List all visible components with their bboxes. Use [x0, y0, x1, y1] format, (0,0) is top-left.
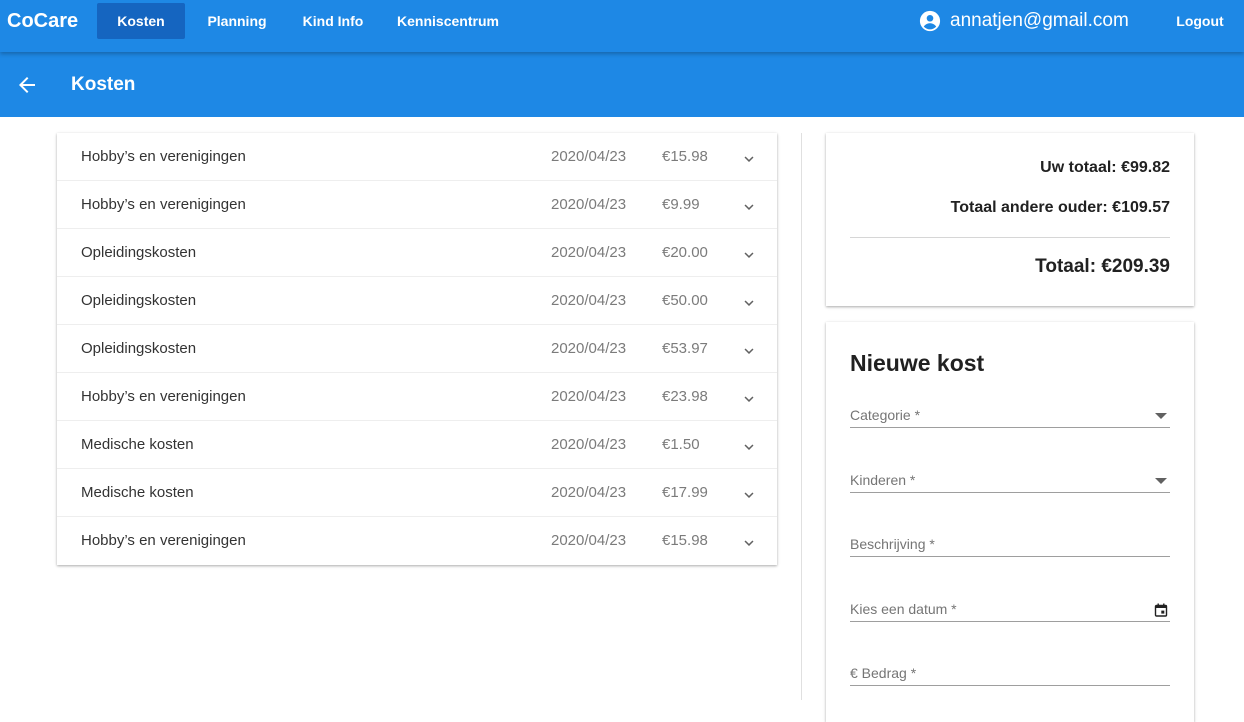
your-total: Uw totaal: €99.82: [1040, 159, 1170, 176]
expense-date: 2020/04/23: [551, 340, 627, 357]
form-title: Nieuwe kost: [850, 350, 985, 376]
chevron-down-icon[interactable]: [740, 342, 758, 360]
nav-link-planning[interactable]: Planning: [197, 3, 277, 39]
expense-row[interactable]: Hobby’s en verenigingen 2020/04/23 €15.98: [57, 517, 777, 565]
expense-category: Hobby’s en verenigingen: [81, 196, 246, 213]
expense-date: 2020/04/23: [551, 292, 627, 309]
column-divider: [801, 133, 802, 700]
category-label: Categorie *: [850, 407, 921, 423]
expense-amount: €1.50: [662, 436, 700, 453]
description-label: Beschrijving *: [850, 536, 935, 552]
expense-date: 2020/04/23: [551, 196, 627, 213]
new-expense-form: Nieuwe kost Categorie * Kinderen * Besch…: [826, 322, 1194, 722]
expense-category: Hobby’s en verenigingen: [81, 532, 246, 549]
expense-date: 2020/04/23: [551, 532, 627, 549]
nav-link-kenniscentrum[interactable]: Kenniscentrum: [389, 3, 507, 39]
expense-date: 2020/04/23: [551, 436, 627, 453]
user-account[interactable]: annatjen@gmail.com: [919, 9, 1129, 33]
category-select[interactable]: Categorie *: [850, 400, 1170, 428]
logout-button[interactable]: Logout: [1170, 3, 1230, 39]
nav-link-kind-info[interactable]: Kind Info: [293, 3, 373, 39]
nav-link-kosten[interactable]: Kosten: [97, 3, 185, 39]
expense-date: 2020/04/23: [551, 388, 627, 405]
chevron-down-icon[interactable]: [740, 150, 758, 168]
expense-date: 2020/04/23: [551, 244, 627, 261]
expense-amount: €9.99: [662, 196, 700, 213]
description-input[interactable]: Beschrijving *: [850, 529, 1170, 557]
expense-amount: €17.99: [662, 484, 708, 501]
other-parent-total: Totaal andere ouder: €109.57: [950, 199, 1170, 216]
chevron-down-icon[interactable]: [740, 198, 758, 216]
expense-amount: €15.98: [662, 148, 708, 165]
chevron-down-icon[interactable]: [740, 294, 758, 312]
expense-category: Medische kosten: [81, 484, 194, 501]
chevron-down-icon[interactable]: [740, 486, 758, 504]
expense-category: Opleidingskosten: [81, 244, 197, 261]
expense-amount: €15.98: [662, 532, 708, 549]
totals-divider: [850, 237, 1170, 238]
expense-row[interactable]: Hobby’s en verenigingen 2020/04/23 €9.99: [57, 181, 777, 229]
amount-input[interactable]: € Bedrag *: [850, 658, 1170, 686]
expense-category: Medische kosten: [81, 436, 194, 453]
expense-amount: €23.98: [662, 388, 708, 405]
expense-amount: €50.00: [662, 292, 708, 309]
date-label: Kies een datum *: [850, 601, 957, 617]
account-circle-icon: [919, 10, 941, 32]
expense-date: 2020/04/23: [551, 148, 627, 165]
totals-card: Uw totaal: €99.82 Totaal andere ouder: €…: [826, 133, 1194, 306]
children-select[interactable]: Kinderen *: [850, 465, 1170, 493]
expense-category: Hobby’s en verenigingen: [81, 148, 246, 165]
calendar-icon[interactable]: [1154, 603, 1168, 617]
back-arrow-icon[interactable]: [15, 73, 39, 97]
brand-logo[interactable]: CoCare: [7, 10, 78, 33]
page-header: Kosten: [0, 52, 1244, 117]
date-input[interactable]: Kies een datum *: [850, 594, 1170, 622]
grand-total: Totaal: €209.39: [1035, 256, 1170, 277]
chevron-down-icon[interactable]: [740, 534, 758, 552]
chevron-down-icon[interactable]: [740, 246, 758, 264]
expense-amount: €53.97: [662, 340, 708, 357]
chevron-down-icon[interactable]: [740, 390, 758, 408]
expense-row[interactable]: Medische kosten 2020/04/23 €17.99: [57, 469, 777, 517]
page-title: Kosten: [71, 74, 136, 95]
chevron-down-icon[interactable]: [740, 438, 758, 456]
expense-category: Opleidingskosten: [81, 292, 197, 309]
expense-row[interactable]: Hobby’s en verenigingen 2020/04/23 €23.98: [57, 373, 777, 421]
expense-amount: €20.00: [662, 244, 708, 261]
top-navbar: CoCare Kosten Planning Kind Info Kennisc…: [0, 0, 1244, 52]
user-email: annatjen@gmail.com: [950, 10, 1129, 31]
expense-row[interactable]: Hobby’s en verenigingen 2020/04/23 €15.98: [57, 133, 777, 181]
dropdown-arrow-icon: [1155, 413, 1167, 419]
dropdown-arrow-icon: [1155, 478, 1167, 484]
expense-category: Opleidingskosten: [81, 340, 197, 357]
expense-row[interactable]: Medische kosten 2020/04/23 €1.50: [57, 421, 777, 469]
expense-date: 2020/04/23: [551, 484, 627, 501]
expense-row[interactable]: Opleidingskosten 2020/04/23 €53.97: [57, 325, 777, 373]
expense-row[interactable]: Opleidingskosten 2020/04/23 €50.00: [57, 277, 777, 325]
expense-category: Hobby’s en verenigingen: [81, 388, 246, 405]
expense-row[interactable]: Opleidingskosten 2020/04/23 €20.00: [57, 229, 777, 277]
amount-label: € Bedrag *: [850, 665, 917, 681]
children-label: Kinderen *: [850, 472, 916, 488]
expense-list: Hobby’s en verenigingen 2020/04/23 €15.98 H…: [57, 133, 777, 565]
